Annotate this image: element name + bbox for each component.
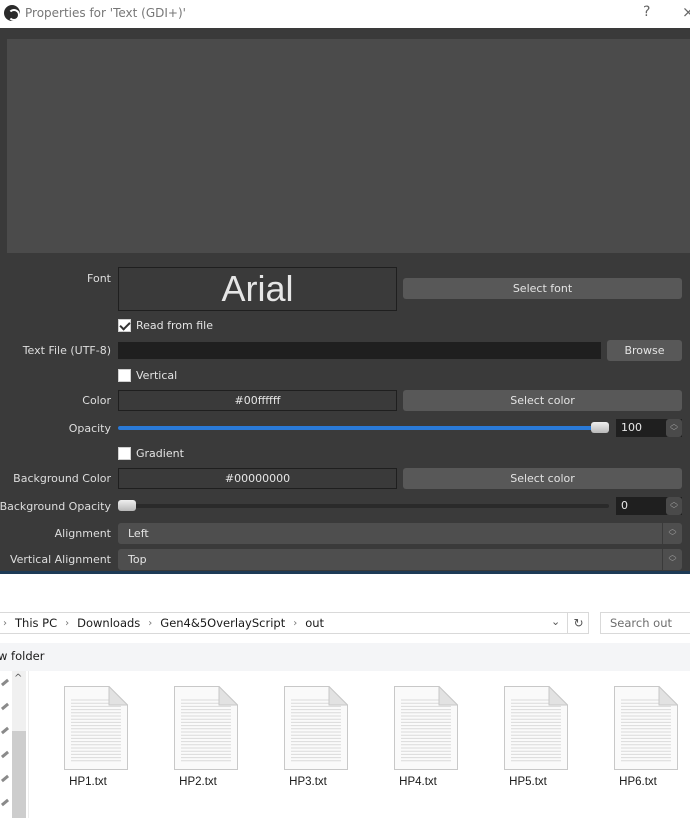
refresh-icon[interactable]: ↻ (567, 613, 589, 633)
file-name: HP6.txt (619, 776, 657, 788)
pin-icon (0, 726, 10, 735)
pin-icon (0, 702, 10, 711)
file-name: HP3.txt (289, 776, 327, 788)
file-name: HP5.txt (509, 776, 547, 788)
select-arrows-icon: ︿ ﹀ (662, 523, 682, 544)
chevron-right-icon[interactable]: › (148, 618, 152, 629)
help-button[interactable]: ? (643, 4, 650, 20)
select-background-color-button[interactable]: Select color (403, 468, 682, 489)
read-from-file-checkbox[interactable] (118, 319, 131, 332)
background-opacity-value: 0 (621, 499, 628, 512)
pin-icon (0, 750, 10, 759)
vertical-label: Vertical (136, 369, 178, 382)
alignment-label: Alignment (54, 527, 111, 540)
opacity-label: Opacity (68, 422, 111, 435)
window-title: Properties for 'Text (GDI+)' (25, 6, 186, 20)
color-value: #00ffffff (118, 390, 397, 411)
scroll-up-icon[interactable]: ^ (14, 673, 22, 684)
pane-divider (28, 671, 29, 818)
file-item[interactable]: HP6.txt (593, 686, 683, 796)
close-button[interactable]: × (682, 3, 690, 21)
text-file-input[interactable] (118, 342, 601, 359)
text-file-icon (284, 686, 348, 770)
text-file-icon (174, 686, 238, 770)
new-folder-button[interactable]: w folder (0, 649, 44, 663)
gradient-label: Gradient (136, 447, 184, 460)
text-file-icon (64, 686, 128, 770)
file-item[interactable]: HP4.txt (373, 686, 463, 796)
read-from-file-label: Read from file (136, 319, 213, 332)
chevron-right-icon[interactable]: › (293, 618, 297, 629)
chevron-right-icon[interactable]: › (65, 618, 69, 629)
font-label: Font (87, 272, 111, 285)
opacity-slider-handle[interactable] (591, 422, 609, 433)
file-name: HP4.txt (399, 776, 437, 788)
pin-icon (0, 798, 10, 807)
background-opacity-label: Background Opacity (0, 500, 111, 513)
file-name: HP1.txt (69, 776, 107, 788)
background-opacity-slider[interactable] (118, 500, 609, 511)
color-label: Color (82, 394, 111, 407)
vertical-alignment-value: Top (128, 553, 147, 566)
background-opacity-spinbox[interactable]: 0 ︿ ﹀ (616, 497, 682, 515)
background-color-value: #00000000 (118, 468, 397, 489)
obs-logo-icon (4, 5, 20, 21)
command-bar: w folder (0, 643, 690, 671)
properties-dialog: Properties for 'Text (GDI+)' ? × Font Ar… (0, 0, 690, 574)
opacity-value: 100 (621, 421, 642, 434)
select-font-button[interactable]: Select font (403, 278, 682, 299)
text-file-icon (504, 686, 568, 770)
pin-icon (0, 774, 10, 783)
file-item[interactable]: HP1.txt (43, 686, 133, 796)
font-preview: Arial (118, 267, 397, 311)
breadcrumb-out[interactable]: out (305, 616, 324, 630)
search-input[interactable]: Search out (600, 612, 690, 634)
chevron-down-icon[interactable]: ⌄ (551, 615, 560, 628)
select-arrows-icon: ︿ ﹀ (662, 549, 682, 570)
text-file-icon (614, 686, 678, 770)
pin-icon (0, 678, 10, 687)
vertical-checkbox[interactable] (118, 369, 131, 382)
browse-button[interactable]: Browse (607, 340, 682, 361)
background-color-label: Background Color (13, 472, 111, 485)
file-item[interactable]: HP5.txt (483, 686, 573, 796)
breadcrumb-script-folder[interactable]: Gen4&5OverlayScript (160, 616, 285, 630)
file-item[interactable]: HP2.txt (153, 686, 243, 796)
breadcrumb-downloads[interactable]: Downloads (77, 616, 140, 630)
opacity-spinbox[interactable]: 100 ︿ ﹀ (616, 419, 682, 437)
select-color-button[interactable]: Select color (403, 390, 682, 411)
breadcrumb-this-pc[interactable]: This PC (15, 616, 57, 630)
vertical-alignment-label: Vertical Alignment (9, 553, 111, 566)
alignment-value: Left (128, 527, 149, 540)
text-file-label: Text File (UTF-8) (22, 344, 111, 357)
source-preview (7, 39, 690, 253)
chevron-right-icon: › (3, 617, 7, 629)
file-item[interactable]: HP3.txt (263, 686, 353, 796)
title-bar: Properties for 'Text (GDI+)' ? × (0, 0, 690, 28)
alignment-select[interactable]: Left ︿ ﹀ (118, 523, 682, 544)
breadcrumb: › This PC › Downloads › Gen4&5OverlayScr… (3, 616, 324, 630)
search-placeholder: Search out (610, 616, 672, 630)
scrollbar-thumb[interactable] (12, 731, 26, 818)
file-explorer: › This PC › Downloads › Gen4&5OverlayScr… (0, 574, 690, 818)
background-opacity-slider-handle[interactable] (118, 500, 136, 511)
file-name: HP2.txt (179, 776, 217, 788)
opacity-slider[interactable] (118, 422, 609, 433)
vertical-scrollbar[interactable]: ^ (12, 671, 26, 818)
font-name: Arial (221, 268, 294, 309)
spin-arrows-icon[interactable]: ︿ ﹀ (666, 497, 682, 515)
opacity-slider-fill (118, 426, 600, 430)
spin-arrows-icon[interactable]: ︿ ﹀ (666, 419, 682, 437)
vertical-alignment-select[interactable]: Top ︿ ﹀ (118, 549, 682, 570)
address-bar[interactable]: › This PC › Downloads › Gen4&5OverlayScr… (0, 612, 589, 634)
gradient-checkbox[interactable] (118, 447, 131, 460)
text-file-icon (394, 686, 458, 770)
